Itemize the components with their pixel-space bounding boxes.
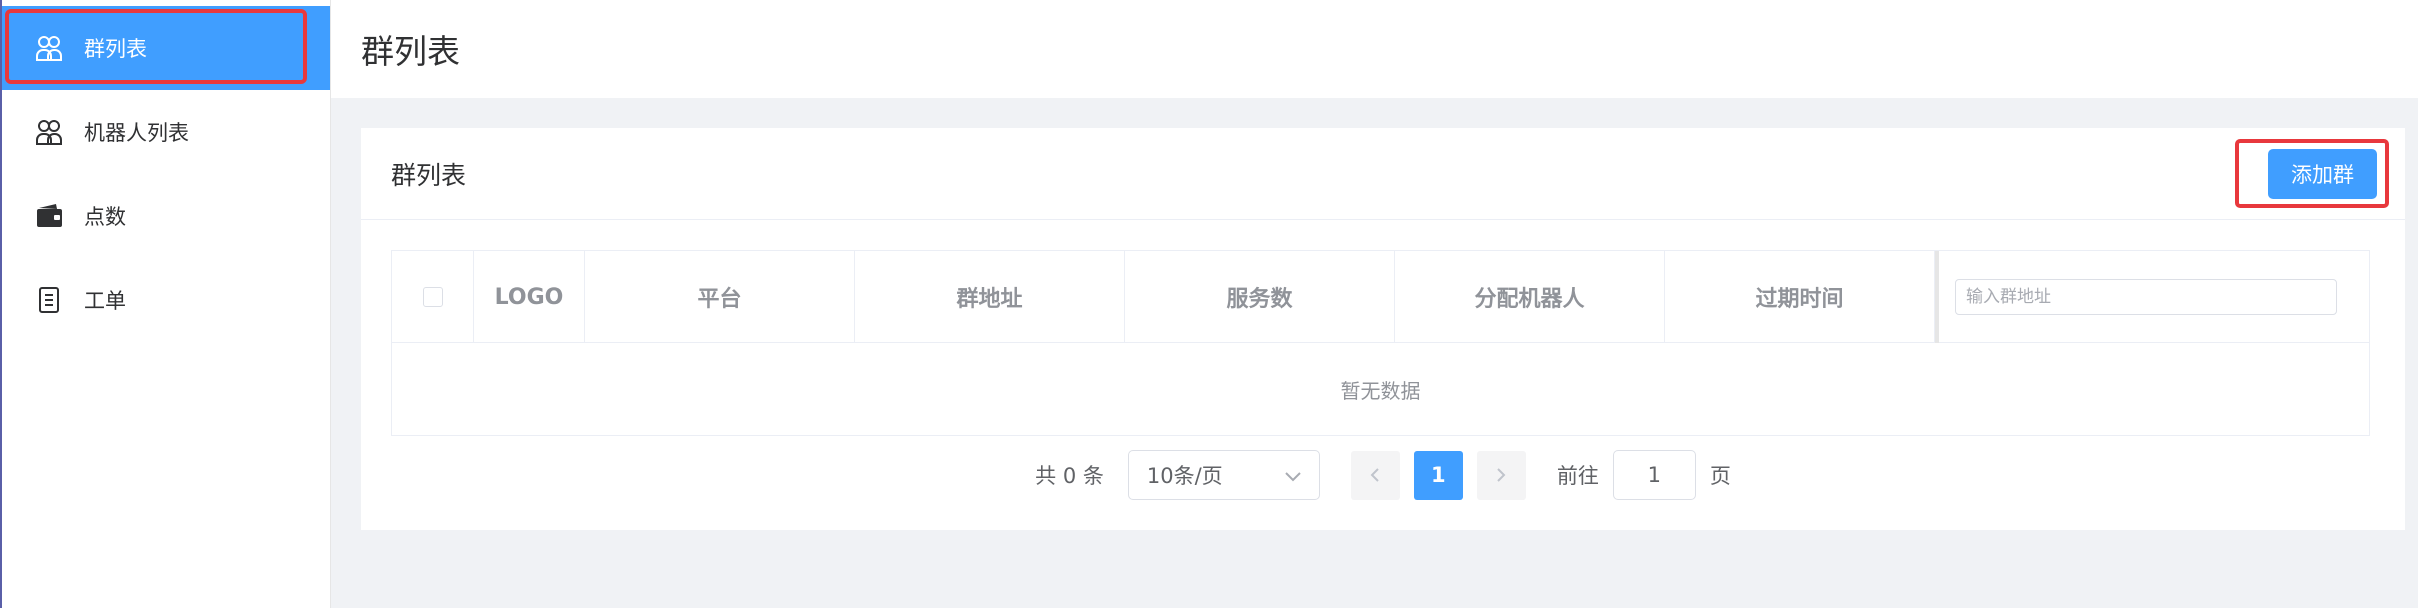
table-header: LOGO 平台 群地址 服务数 分配机器人 过期时间 — [392, 251, 2369, 343]
page-unit-label: 页 — [1709, 464, 1731, 488]
sidebar: 群列表 机器人列表 点数 工单 — [0, 0, 331, 608]
pagination: 共 0 条 10条/页 1 前往 页 — [361, 450, 2405, 500]
goto-label: 前往 — [1556, 464, 1599, 488]
select-all-cell — [392, 251, 474, 343]
column-header-group-address: 群地址 — [855, 251, 1125, 343]
sidebar-item-label: 工单 — [84, 289, 126, 313]
column-header-service-count: 服务数 — [1125, 251, 1395, 343]
sidebar-item-label: 机器人列表 — [84, 121, 189, 145]
wallet-icon — [32, 199, 66, 233]
card-header: 群列表 添加群 — [361, 128, 2405, 220]
group-address-search-input[interactable] — [1955, 279, 2337, 315]
search-cell — [1935, 251, 2369, 343]
goto-page-input[interactable] — [1612, 450, 1696, 500]
column-header-logo: LOGO — [474, 251, 585, 343]
ticket-icon — [32, 283, 66, 317]
sidebar-item-robot-list[interactable]: 机器人列表 — [2, 90, 330, 174]
pagination-total: 共 0 条 — [1035, 464, 1104, 488]
select-all-checkbox[interactable] — [422, 287, 443, 307]
robot-group-icon — [32, 115, 66, 149]
add-group-button[interactable]: 添加群 — [2268, 149, 2377, 199]
top-bar: 群列表 — [331, 0, 2418, 98]
sidebar-item-tickets[interactable]: 工单 — [2, 258, 330, 342]
page-number-button[interactable]: 1 — [1413, 450, 1463, 500]
sidebar-item-points[interactable]: 点数 — [2, 174, 330, 258]
column-header-platform: 平台 — [585, 251, 855, 343]
page-size-value: 10条/页 — [1146, 464, 1223, 488]
page-size-select[interactable]: 10条/页 — [1127, 450, 1320, 500]
chevron-left-icon — [1370, 463, 1380, 487]
empty-state: 暂无数据 — [1340, 378, 1421, 403]
prev-page-button[interactable] — [1350, 450, 1400, 500]
group-table: LOGO 平台 群地址 服务数 分配机器人 过期时间 暂无数据 — [391, 250, 2370, 436]
active-item-highlight — [5, 9, 307, 84]
sidebar-item-label: 点数 — [84, 205, 126, 229]
card-title: 群列表 — [391, 160, 467, 190]
chevron-right-icon — [1496, 463, 1506, 487]
group-list-card: 群列表 添加群 LOGO 平台 群地址 服务数 分配机器人 过期时间 暂无数据 … — [361, 128, 2405, 530]
chevron-down-icon — [1285, 463, 1301, 487]
page-title: 群列表 — [361, 32, 460, 71]
column-header-assigned-robot: 分配机器人 — [1395, 251, 1665, 343]
next-page-button[interactable] — [1476, 450, 1526, 500]
column-header-expire-time: 过期时间 — [1665, 251, 1935, 343]
